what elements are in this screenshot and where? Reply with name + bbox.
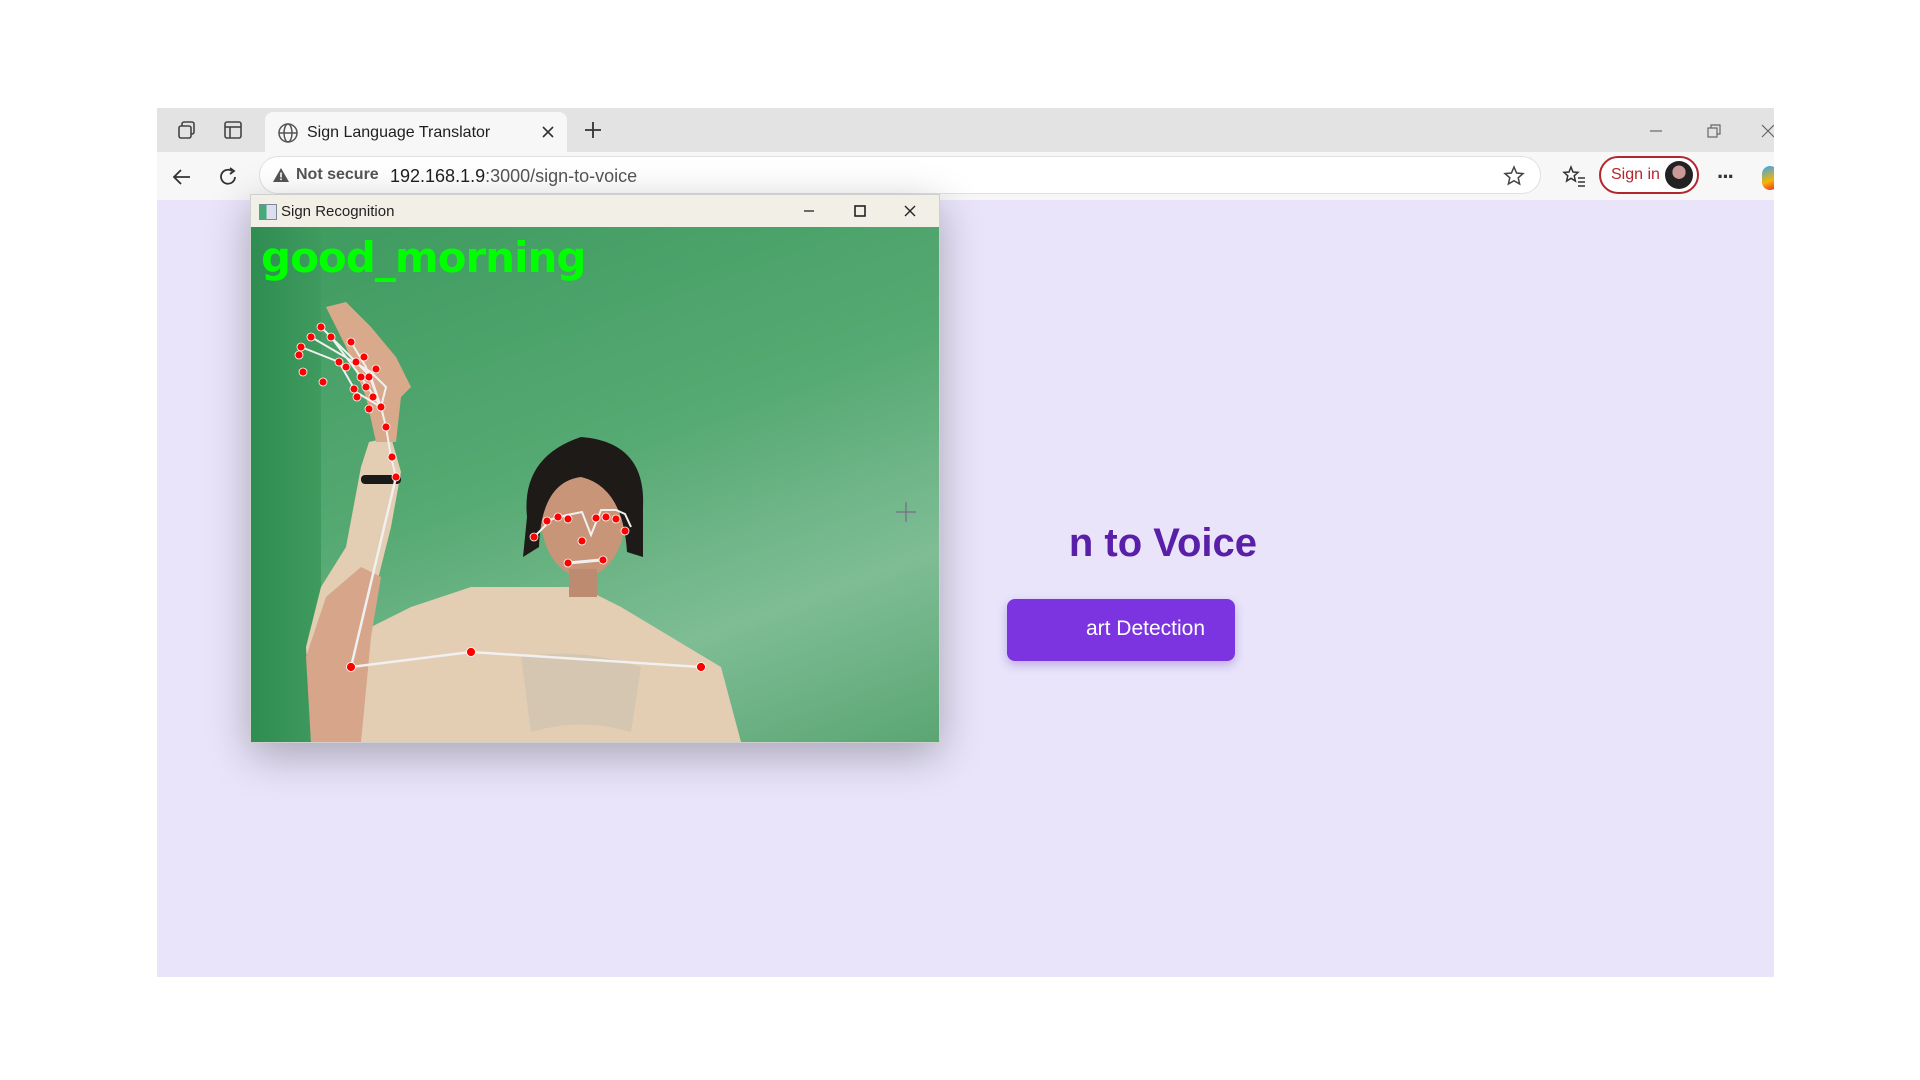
sign-in-label: Sign in xyxy=(1611,166,1660,183)
cv-close-icon[interactable] xyxy=(901,202,919,220)
sign-recognition-window[interactable]: Sign Recognition good_morning xyxy=(250,194,940,743)
tab-bar: Sign Language Translator xyxy=(157,108,1774,152)
cursor-crosshair-icon xyxy=(896,502,916,522)
start-detection-button[interactable]: art Detection xyxy=(1007,599,1235,661)
more-menu-icon[interactable]: ··· xyxy=(1717,164,1735,190)
warning-icon xyxy=(273,168,289,182)
app-icon xyxy=(259,204,277,220)
not-secure-label: Not secure xyxy=(296,166,379,183)
url-text[interactable]: 192.168.1.9:3000/sign-to-voice xyxy=(390,166,637,187)
tab-sign-language-translator[interactable]: Sign Language Translator xyxy=(265,112,567,152)
favorite-star-icon[interactable] xyxy=(1502,164,1526,188)
tab-title: Sign Language Translator xyxy=(307,124,491,141)
sign-recognition-title: Sign Recognition xyxy=(281,203,395,220)
address-bar[interactable]: Not secure 192.168.1.9:3000/sign-to-voic… xyxy=(259,156,1541,194)
url-host: 192.168.1.9 xyxy=(390,166,486,186)
url-path: :3000/sign-to-voice xyxy=(485,166,638,186)
page-title: n to Voice xyxy=(1068,521,1257,565)
close-tab-icon[interactable] xyxy=(539,123,557,141)
restore-icon[interactable] xyxy=(1703,120,1725,142)
workspaces-icon[interactable] xyxy=(173,116,201,144)
prediction-label: good_morning xyxy=(261,233,586,282)
new-tab-icon[interactable] xyxy=(581,118,605,142)
cv-maximize-icon[interactable] xyxy=(851,202,869,220)
camera-feed: good_morning xyxy=(251,227,939,742)
security-indicator[interactable]: Not secure xyxy=(272,166,379,184)
person-with-landmarks xyxy=(294,302,741,742)
sign-recognition-titlebar[interactable]: Sign Recognition xyxy=(251,195,939,227)
sign-in-button[interactable]: Sign in xyxy=(1599,156,1699,194)
globe-icon xyxy=(278,123,298,143)
navigation-toolbar: Not secure 192.168.1.9:3000/sign-to-voic… xyxy=(157,152,1774,200)
avatar xyxy=(1665,161,1693,189)
favorites-icon[interactable] xyxy=(1561,164,1587,190)
minimize-icon[interactable] xyxy=(1645,120,1667,142)
copilot-icon[interactable] xyxy=(1762,166,1774,190)
start-detection-label: art Detection xyxy=(1085,617,1205,640)
close-window-icon[interactable] xyxy=(1757,120,1774,142)
back-icon[interactable] xyxy=(169,164,195,190)
vertical-tabs-icon[interactable] xyxy=(219,116,247,144)
cv-minimize-icon[interactable] xyxy=(800,202,818,220)
refresh-icon[interactable] xyxy=(215,164,241,190)
